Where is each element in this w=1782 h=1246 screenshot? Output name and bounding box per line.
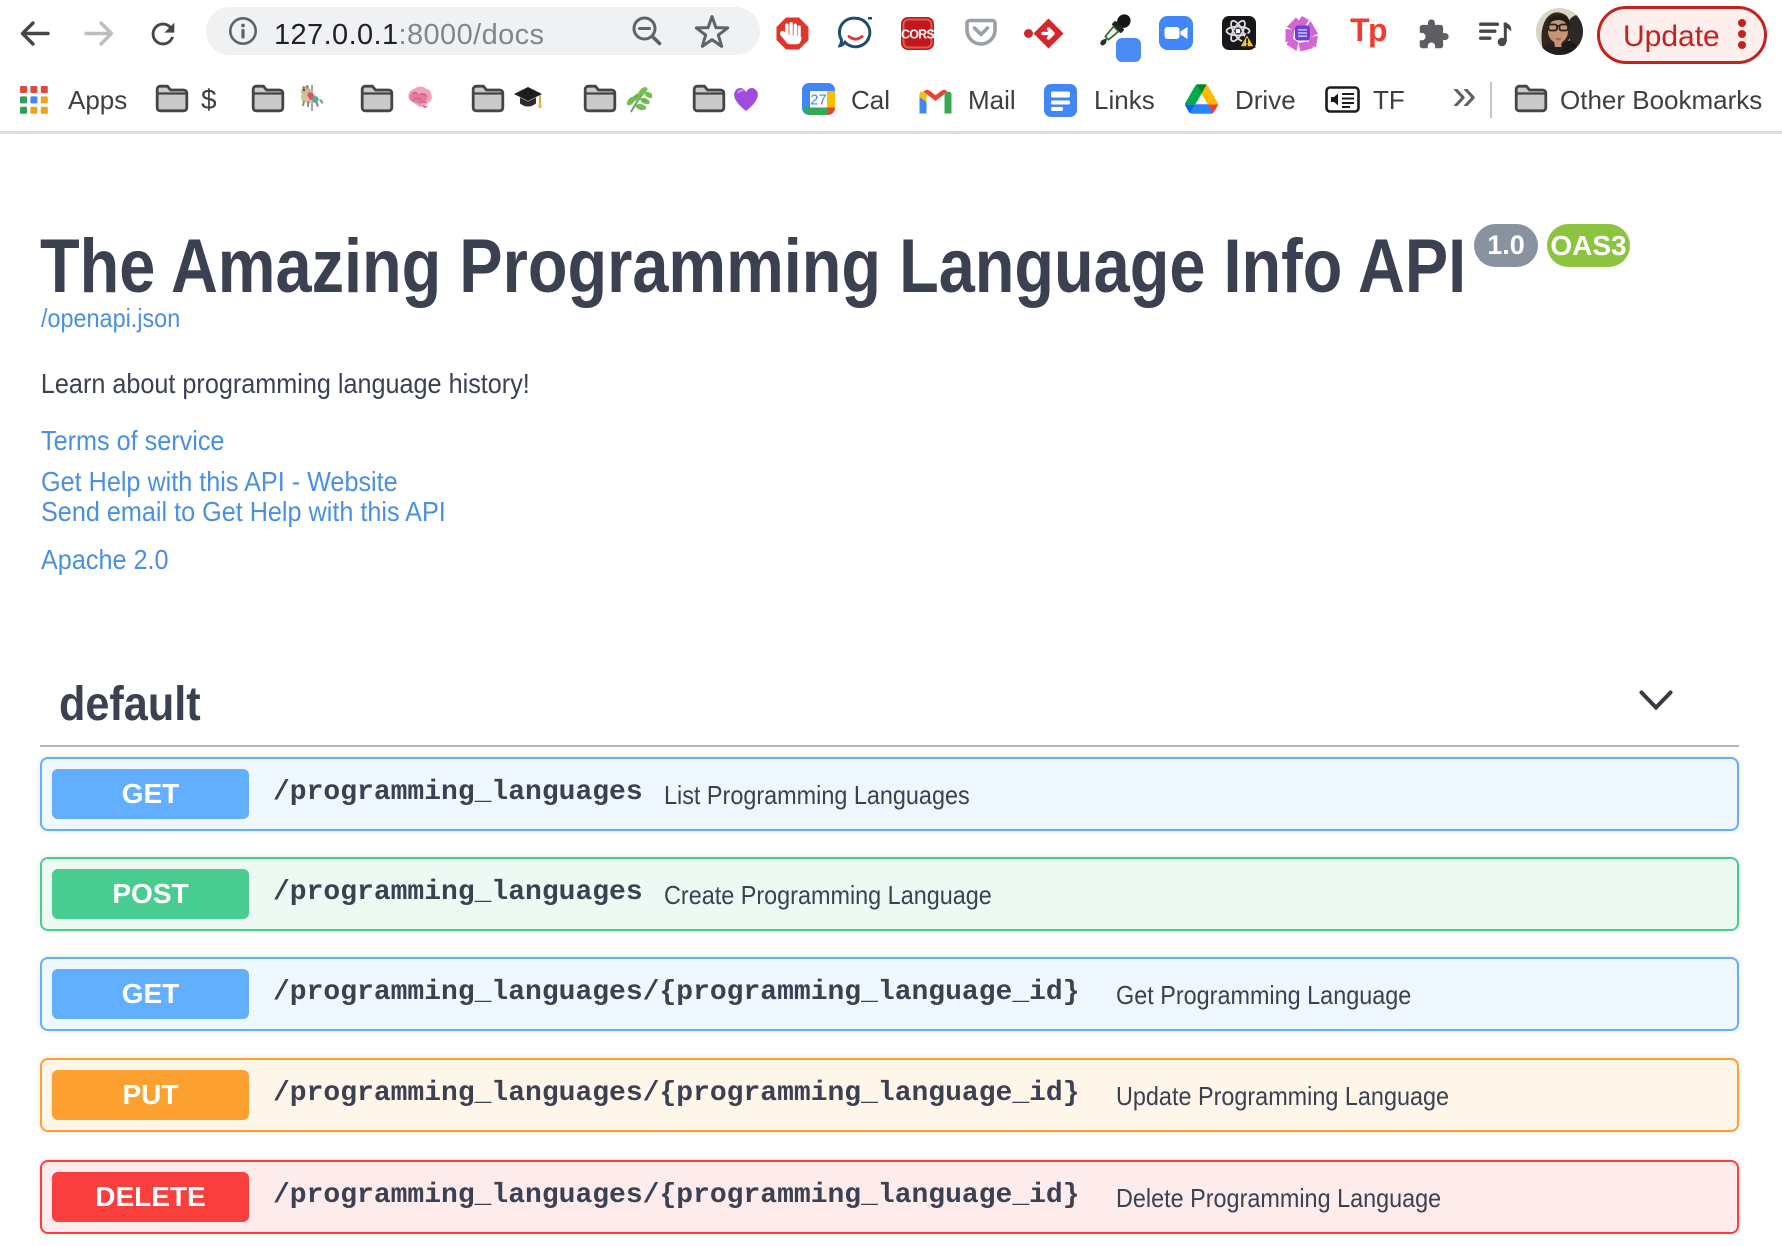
svg-text:27: 27 xyxy=(810,93,826,109)
svg-text:CORS: CORS xyxy=(901,28,934,42)
